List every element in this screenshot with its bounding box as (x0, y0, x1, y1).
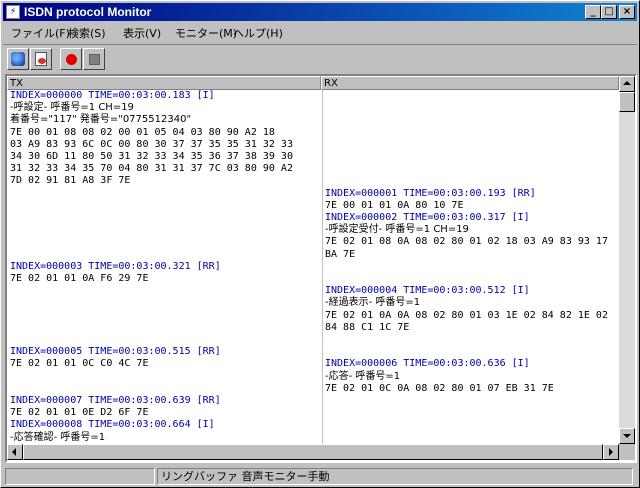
stop-button[interactable] (83, 48, 105, 70)
log-entry[interactable]: INDEX=000003 TIME=00:03:00.321 [RR] 7E 02… (10, 261, 320, 285)
log-entry-header: INDEX=000008 TIME=00:03:00.664 [I] (10, 419, 215, 431)
scroll-up-button[interactable] (619, 76, 635, 92)
vertical-scrollbar[interactable] (619, 76, 635, 444)
log-entry-hex: 84 88 C1 1C 7E (325, 321, 410, 333)
scroll-left-button[interactable] (7, 444, 23, 460)
title-bar[interactable]: ⚡ ISDN protocol Monitor _ □ × (3, 3, 637, 21)
log-entry-hex: 7E 00 01 01 0A 80 10 7E (325, 199, 464, 211)
scroll-down-button[interactable] (619, 428, 635, 444)
log-entry-header: INDEX=000007 TIME=00:03:00.639 [RR] (10, 395, 221, 406)
maximize-button[interactable]: □ (601, 5, 617, 19)
log-entry-header: INDEX=000006 TIME=00:03:00.636 [I] (325, 358, 530, 370)
record-button[interactable] (60, 48, 82, 70)
rx-column-header[interactable]: RX (321, 76, 619, 90)
menu-file[interactable]: ファイル(F) (11, 25, 70, 41)
log-entry-message: -応答- 呼番号=1 (325, 370, 401, 382)
log-entry-hex: 7E 02 01 08 0A 08 02 80 01 02 18 03 A9 8… (325, 236, 608, 248)
log-entry[interactable]: INDEX=000001 TIME=00:03:00.193 [RR] 7E 00… (325, 188, 617, 261)
log-entry-hex: 7E 02 01 0C 0A 08 02 80 01 07 EB 31 7E (325, 382, 554, 394)
log-entry-header: INDEX=000005 TIME=00:03:00.515 [RR] (10, 346, 221, 358)
log-entry[interactable]: INDEX=000005 TIME=00:03:00.515 [RR] 7E 02… (10, 346, 320, 370)
status-pane-mode: リングバッファ 音声モニター手動 (157, 468, 633, 485)
menu-monitor[interactable]: モニター(M) (175, 25, 237, 41)
minimize-button[interactable]: _ (585, 5, 601, 19)
column-divider (322, 90, 323, 444)
log-entry-header: INDEX=000000 TIME=00:03:00.183 [I] (10, 90, 215, 101)
log-entry-hex: 31 32 33 34 35 70 04 80 31 31 37 7C 03 8… (10, 163, 293, 175)
log-entry[interactable]: INDEX=000006 TIME=00:03:00.636 [I] -応答- 呼… (325, 358, 617, 395)
log-panel: TX RX INDEX=000000 TIME=00:03:00.183 [I]… (5, 74, 637, 463)
monitor-button[interactable] (7, 48, 29, 70)
log-entry-hex: 7E 00 01 08 08 02 00 01 05 04 03 80 90 A… (10, 126, 275, 138)
menu-view[interactable]: 表示(V) (123, 25, 161, 41)
close-button[interactable]: × (619, 5, 635, 19)
log-entry-hex: 7E 02 01 01 0C C0 4C 7E (10, 358, 149, 370)
toolbar (3, 44, 637, 72)
menu-bar: ファイル(F) 検索(S) 表示(V) モニター(M) ヘルプ(H) (3, 22, 637, 42)
log-entry-header: INDEX=000001 TIME=00:03:00.193 [RR] (325, 187, 536, 199)
log-entry-message: -呼設定受付- 呼番号=1 CH=19 (325, 224, 469, 236)
log-entry-hex: 34 30 6D 11 80 50 31 32 33 34 35 36 37 3… (10, 151, 293, 163)
log-entry-hex: 7E 02 01 01 0A F6 29 7E (10, 273, 149, 284)
main-window: ⚡ ISDN protocol Monitor _ □ × ファイル(F) 検索… (0, 0, 640, 488)
log-entry[interactable]: INDEX=000007 TIME=00:03:00.639 [RR] 7E 02… (10, 395, 320, 444)
document-button[interactable] (30, 48, 52, 70)
menu-help[interactable]: ヘルプ(H) (233, 25, 283, 41)
tx-column-header[interactable]: TX (7, 76, 321, 90)
log-entry-message: -応答確認- 呼番号=1 (10, 431, 106, 443)
log-content[interactable]: INDEX=000000 TIME=00:03:00.183 [I] -呼設定- … (7, 90, 619, 444)
log-entry-hex: BA 7E (325, 248, 356, 260)
menu-search[interactable]: 検索(S) (68, 25, 106, 41)
app-icon[interactable]: ⚡ (6, 5, 20, 19)
log-entry-message: 着番号="117" 発番号="0775512340" (10, 114, 192, 126)
document-icon (35, 52, 47, 66)
log-entry[interactable]: INDEX=000000 TIME=00:03:00.183 [I] -呼設定- … (10, 90, 320, 188)
horizontal-scrollbar[interactable] (7, 444, 619, 460)
status-pane-left (5, 468, 155, 485)
log-entry-header: INDEX=000004 TIME=00:03:00.512 [I] (325, 285, 530, 297)
horizontal-scroll-thumb[interactable] (23, 444, 603, 460)
window-title: ISDN protocol Monitor (24, 5, 152, 19)
vertical-scroll-thumb[interactable] (619, 92, 635, 112)
column-header: TX RX (7, 76, 619, 90)
log-entry-header: INDEX=000003 TIME=00:03:00.321 [RR] (10, 260, 221, 272)
scrollbar-corner (619, 444, 635, 460)
log-entry-hex: 7E 02 01 01 0E D2 6F 7E (10, 407, 149, 419)
record-icon (66, 54, 77, 65)
log-entry-message: -呼設定- 呼番号=1 CH=19 (10, 102, 134, 114)
stop-icon (89, 54, 100, 65)
log-entry-hex: 7D 02 91 81 A8 3F 7E (10, 175, 131, 187)
log-entry-hex: 7E 02 01 0A 0A 08 02 80 01 03 1E 02 84 8… (325, 309, 608, 321)
log-entry[interactable]: INDEX=000004 TIME=00:03:00.512 [I] -経過表示-… (325, 285, 617, 334)
log-entry-hex: 03 A9 83 93 6C 0C 00 80 30 37 37 35 35 3… (10, 138, 293, 150)
monitor-icon (11, 52, 25, 66)
status-bar: リングバッファ 音声モニター手動 (3, 466, 637, 486)
scroll-right-button[interactable] (603, 444, 619, 460)
log-entry-message: -経過表示- 呼番号=1 (325, 297, 421, 309)
log-entry-header: INDEX=000002 TIME=00:03:00.317 [I] (325, 212, 530, 223)
